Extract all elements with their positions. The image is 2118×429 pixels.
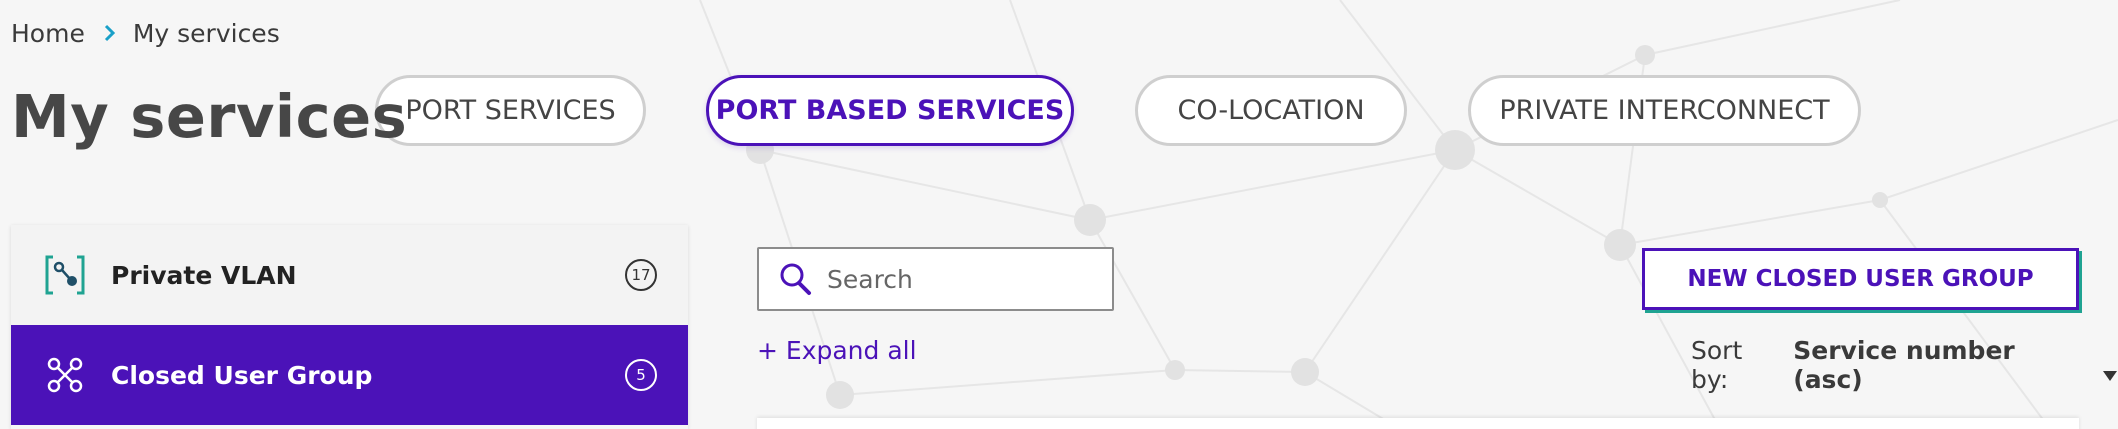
- tab-port-based-services[interactable]: PORT BASED SERVICES: [706, 75, 1074, 146]
- page-title: My services: [11, 82, 408, 151]
- count-badge: 17: [625, 259, 657, 291]
- breadcrumb: Home My services: [11, 16, 280, 50]
- count-badge: 5: [625, 359, 657, 391]
- sort-value: Service number (asc): [1793, 336, 2015, 394]
- service-list-card: [757, 418, 2079, 429]
- tab-private-interconnect[interactable]: PRIVATE INTERCONNECT: [1468, 75, 1861, 146]
- chevron-right-icon: [101, 24, 119, 42]
- new-closed-user-group-button[interactable]: NEW CLOSED USER GROUP: [1642, 248, 2079, 310]
- search-icon: [779, 262, 813, 296]
- sidebar-item-label: Closed User Group: [111, 360, 373, 390]
- service-type-list: Private VLAN 17 Closed User Group 5: [11, 225, 688, 429]
- sidebar-item-closed-user-group[interactable]: Closed User Group 5: [11, 325, 688, 425]
- expand-all-link[interactable]: + Expand all: [757, 336, 917, 365]
- sidebar-item-label: Private VLAN: [111, 260, 297, 290]
- sort-dropdown[interactable]: Sort by: Service number (asc): [1691, 336, 2118, 394]
- breadcrumb-current: My services: [132, 18, 280, 48]
- search-input[interactable]: [827, 264, 1097, 294]
- caret-down-icon: [2102, 359, 2118, 381]
- vlan-icon: [43, 253, 87, 297]
- sidebar-item-private-vlan[interactable]: Private VLAN 17: [11, 225, 688, 325]
- tab-co-location[interactable]: CO-LOCATION: [1135, 75, 1407, 146]
- sort-label: Sort by:: [1691, 336, 1743, 394]
- search-box: [757, 247, 1114, 311]
- network-group-icon: [43, 353, 87, 397]
- tab-port-services[interactable]: PORT SERVICES: [375, 75, 646, 146]
- breadcrumb-home-link[interactable]: Home: [11, 19, 85, 48]
